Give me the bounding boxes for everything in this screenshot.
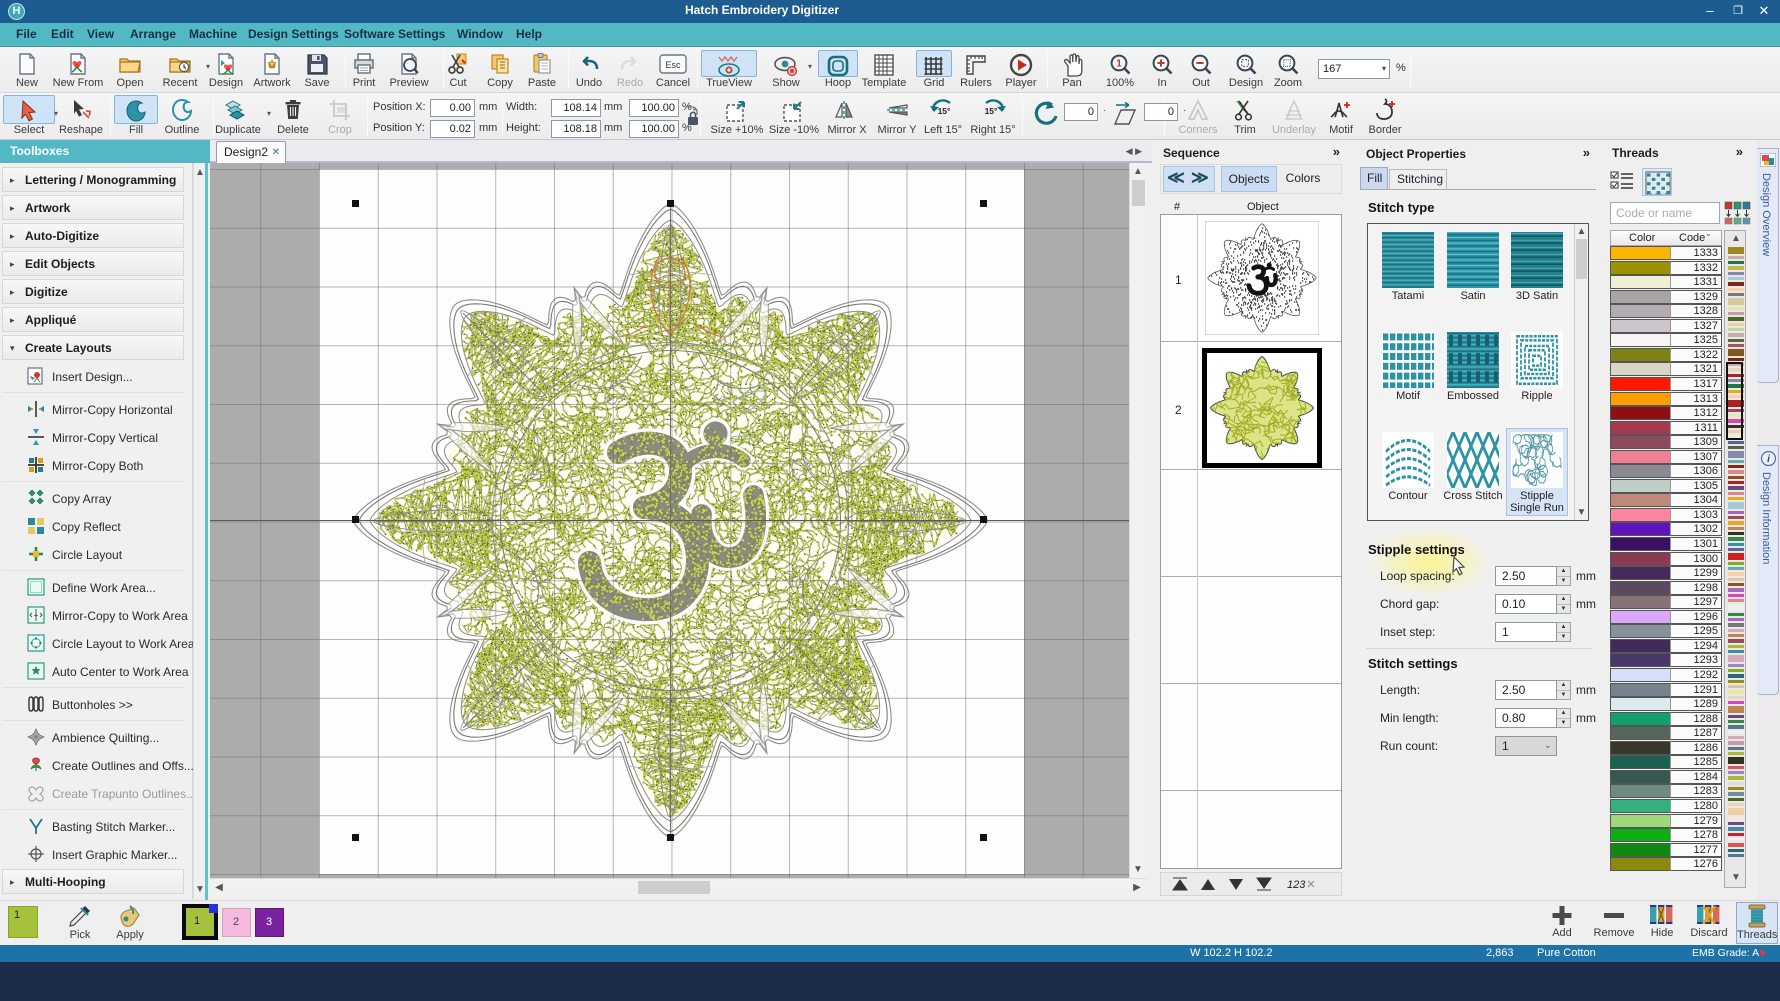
svg-text:Esc: Esc [665, 60, 681, 70]
svg-text:123: 123 [1287, 879, 1306, 891]
svg-text:1: 1 [1116, 59, 1122, 70]
svg-text:+: + [34, 611, 39, 620]
svg-text:15°: 15° [938, 106, 951, 116]
svg-text:i: i [1767, 454, 1770, 465]
svg-text:15°: 15° [985, 106, 998, 116]
